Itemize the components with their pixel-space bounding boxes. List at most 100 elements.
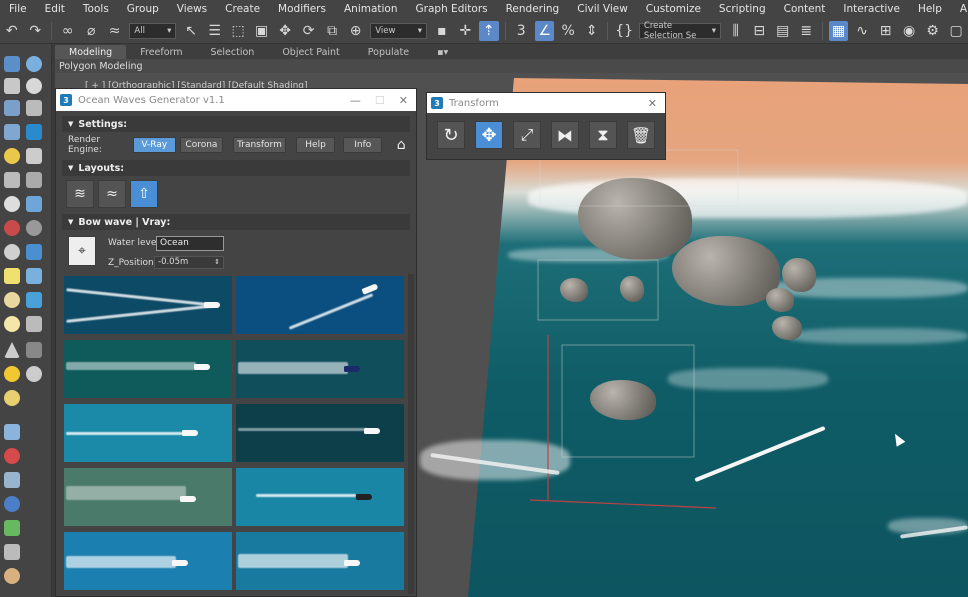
grid-icon[interactable] <box>4 124 20 140</box>
select-rotate-icon[interactable]: ⟳ <box>299 21 318 41</box>
plane-icon[interactable] <box>26 268 42 284</box>
display-icon[interactable] <box>26 292 42 308</box>
wave-crest-layout-icon[interactable]: ≈ <box>98 180 126 208</box>
cylinder-icon[interactable] <box>4 292 20 308</box>
menu-item-views[interactable]: Views <box>168 3 216 15</box>
menu-item-interactive[interactable]: Interactive <box>834 3 909 15</box>
bow-wave-layout-icon[interactable]: ⇧ <box>130 180 158 208</box>
menu-item-rendering[interactable]: Rendering <box>497 3 569 15</box>
render-icon[interactable] <box>4 244 20 260</box>
list-icon[interactable] <box>26 148 42 164</box>
delete-icon[interactable]: 🗑 <box>627 121 655 149</box>
curve-editor-icon[interactable]: ∿ <box>852 21 871 41</box>
boat-thumbnail[interactable] <box>236 532 404 590</box>
omni-light-icon[interactable] <box>26 366 42 382</box>
selection-filter-dropdown[interactable]: All ▾ <box>129 22 177 39</box>
menu-item-graph-editors[interactable]: Graph Editors <box>407 3 497 15</box>
cone-icon[interactable] <box>4 342 20 358</box>
dynamics-icon[interactable] <box>4 448 20 464</box>
manipulate-icon[interactable]: ✛ <box>456 21 475 41</box>
ribbon-tab-modeling[interactable]: Modeling <box>55 45 127 59</box>
boat-thumbnail[interactable] <box>64 532 232 590</box>
menu-item-help[interactable]: Help <box>909 3 951 15</box>
render-frame-icon[interactable]: ▢ <box>946 21 965 41</box>
menu-item-modifiers[interactable]: Modifiers <box>269 3 335 15</box>
viewport-icon[interactable] <box>26 244 42 260</box>
shape-icon[interactable] <box>4 100 20 116</box>
waves-layout-icon[interactable]: ≋ <box>66 180 94 208</box>
rock-small[interactable] <box>782 258 816 292</box>
boat-thumbnail[interactable] <box>64 468 232 526</box>
window-crossing-icon[interactable]: ▣ <box>252 21 271 41</box>
settings-section-header[interactable]: ▼ Settings: <box>62 116 410 132</box>
toggle-ribbon-icon[interactable]: ▦ <box>828 20 849 41</box>
ribbon-tab-object-paint[interactable]: Object Paint <box>268 45 353 59</box>
half-sphere-icon[interactable] <box>4 196 20 212</box>
undo-icon[interactable]: ↶ <box>2 21 21 41</box>
select-move-icon[interactable]: ✥ <box>275 21 294 41</box>
bulb-icon[interactable] <box>4 148 20 164</box>
boat-thumbnail[interactable] <box>64 340 232 398</box>
ribbon-tab-selection[interactable]: Selection <box>197 45 269 59</box>
teapot-icon[interactable] <box>26 342 42 358</box>
layouts-section-header[interactable]: ▼ Layouts: <box>62 160 410 176</box>
record-icon[interactable] <box>4 220 20 236</box>
modifier-icon[interactable] <box>26 196 42 212</box>
boat-thumbnail[interactable] <box>236 276 404 334</box>
menu-item-create[interactable]: Create <box>216 3 269 15</box>
scale-icon[interactable]: ⤢ <box>513 121 541 149</box>
info-button[interactable]: Info <box>343 137 383 153</box>
select-scale-icon[interactable]: ⧉ <box>322 21 341 41</box>
houdini-icon[interactable] <box>4 544 20 560</box>
reference-coordinate-dropdown[interactable]: View ▾ <box>370 22 428 39</box>
minimize-icon[interactable]: — <box>350 94 361 107</box>
nodes-icon[interactable] <box>26 316 42 332</box>
menu-item-group[interactable]: Group <box>118 3 168 15</box>
system-icon[interactable] <box>26 124 42 140</box>
menu-item-customize[interactable]: Customize <box>637 3 710 15</box>
pin-icon[interactable]: ⌖ <box>68 236 96 266</box>
sun-icon[interactable] <box>4 366 20 382</box>
box-icon[interactable] <box>4 268 20 284</box>
torus-icon[interactable] <box>26 220 42 236</box>
help-button[interactable]: Help <box>295 137 336 153</box>
particles-icon[interactable] <box>4 424 20 440</box>
ribbon-options-icon[interactable]: ▪▾ <box>423 45 462 59</box>
boat-thumbnail[interactable] <box>236 404 404 462</box>
z-position-spinner[interactable]: -0.05m ⇕ <box>154 256 224 269</box>
link-icon[interactable]: ∞ <box>58 21 77 41</box>
ribbon-tab-populate[interactable]: Populate <box>354 45 423 59</box>
unlink-icon[interactable]: ⌀ <box>81 21 100 41</box>
menu-item-civil-view[interactable]: Civil View <box>568 3 637 15</box>
boat-thumbnail[interactable] <box>64 276 232 334</box>
light-icon[interactable] <box>26 56 42 72</box>
rotate-icon[interactable]: ↻ <box>437 121 465 149</box>
transform-button[interactable]: Transform <box>233 137 286 153</box>
menu-item-scripting[interactable]: Scripting <box>710 3 775 15</box>
percent-snap-icon[interactable]: % <box>558 21 577 41</box>
corona-button[interactable]: Corona <box>179 137 223 153</box>
render-setup-icon[interactable]: ⚙ <box>923 21 942 41</box>
spinner-snap-icon[interactable]: ⇕ <box>582 21 601 41</box>
mirror-tool-icon[interactable]: ⫼ <box>726 21 745 41</box>
ribbon-tab-freeform[interactable]: Freeform <box>126 45 196 59</box>
water-level-field[interactable]: Ocean <box>156 236 224 251</box>
layer-explorer-icon[interactable]: ≣ <box>796 21 815 41</box>
rect-selection-icon[interactable]: ⬚ <box>228 21 247 41</box>
select-object-icon[interactable]: ↖ <box>181 21 200 41</box>
snaps-toggle-icon[interactable]: 3 <box>512 21 531 41</box>
place-icon[interactable]: ⊕ <box>346 21 365 41</box>
window-titlebar[interactable]: 3 Transform ✕ <box>427 93 665 113</box>
pivot-center-icon[interactable]: ▪ <box>432 21 451 41</box>
align-icon[interactable]: ⊟ <box>749 21 768 41</box>
maximize-icon[interactable]: ☐ <box>375 94 385 107</box>
keyboard-shortcut-override-icon[interactable]: ⇡ <box>479 20 499 41</box>
menu-item-file[interactable]: File <box>0 3 36 15</box>
angle-snap-icon[interactable]: ∠ <box>534 20 555 41</box>
menu-item-tools[interactable]: Tools <box>74 3 118 15</box>
helper-icon[interactable] <box>26 100 42 116</box>
link-tool-icon[interactable] <box>4 172 20 188</box>
home-icon[interactable]: ⌂ <box>392 136 410 154</box>
select-by-name-icon[interactable]: ☰ <box>205 21 224 41</box>
schematic-view-icon[interactable]: ⊞ <box>876 21 895 41</box>
